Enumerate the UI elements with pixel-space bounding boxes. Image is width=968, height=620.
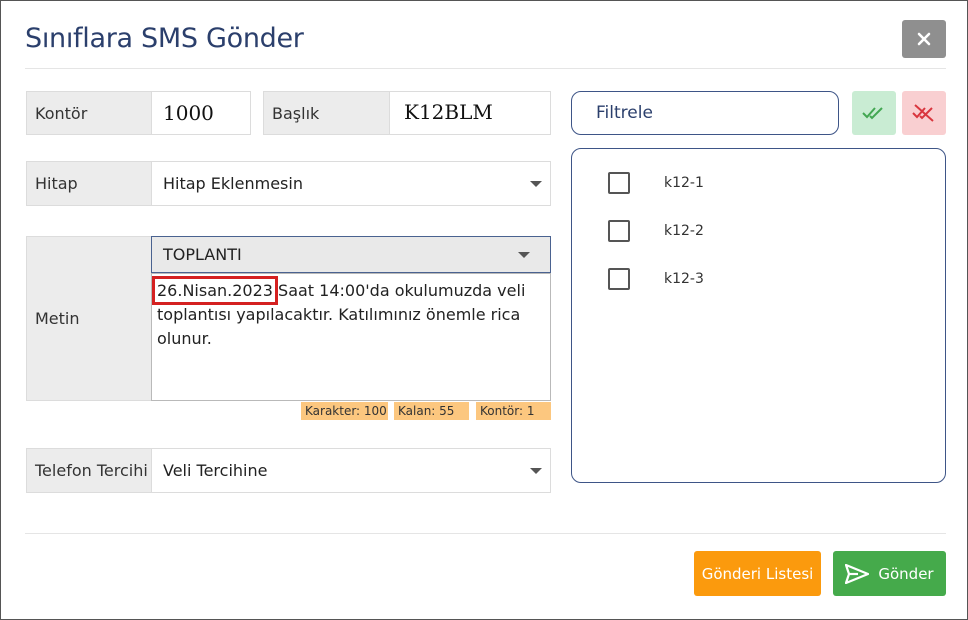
filter-placeholder: Filtrele: [596, 103, 653, 123]
baslik-label: Başlık: [263, 91, 390, 135]
uncheck-all-button[interactable]: [902, 91, 946, 135]
highlighted-date: 26.Nisan.2023: [152, 276, 278, 305]
class-label: k12-3: [664, 271, 704, 287]
class-list-panel: k12-1 k12-2 k12-3: [571, 148, 946, 483]
footer-divider: [25, 533, 946, 534]
sms-dialog: Sınıflara SMS Gönder Kontör 1000 Başlık …: [0, 0, 968, 620]
class-item[interactable]: k12-2: [608, 220, 704, 242]
karakter-counter: Karakter: 100: [301, 402, 388, 420]
close-icon: [917, 32, 931, 46]
dialog-title: Sınıflara SMS Gönder: [25, 23, 304, 54]
kontor-counter: Kontör: 1: [476, 402, 551, 420]
telefon-label: Telefon Tercihi: [26, 448, 152, 493]
hitap-label: Hitap: [26, 161, 152, 206]
caret-down-icon: [530, 468, 542, 474]
class-item[interactable]: k12-1: [608, 172, 704, 194]
telefon-selected-value: Veli Tercihine: [163, 461, 268, 480]
metin-template-select[interactable]: TOPLANTI: [151, 236, 551, 273]
caret-down-icon: [518, 252, 530, 258]
hitap-selected-value: Hitap Eklenmesin: [163, 174, 303, 193]
kontor-label: Kontör: [26, 91, 152, 135]
metin-label: Metin: [26, 236, 152, 401]
metin-textarea[interactable]: 26.Nisan.2023 Saat 14:00'da okulumuzda v…: [151, 273, 551, 401]
class-label: k12-1: [664, 175, 704, 191]
kontor-field[interactable]: 1000: [151, 91, 251, 135]
sent-list-button[interactable]: Gönderi Listesi: [694, 551, 821, 596]
telefon-select[interactable]: Veli Tercihine: [151, 448, 551, 493]
double-check-icon: [862, 107, 883, 120]
send-icon: [845, 563, 870, 584]
caret-down-icon: [530, 181, 542, 187]
class-checkbox[interactable]: [608, 172, 630, 194]
header-divider: [25, 68, 946, 69]
send-label: Gönder: [878, 564, 934, 583]
filter-input[interactable]: Filtrele: [571, 91, 839, 135]
check-all-button[interactable]: [852, 91, 896, 135]
hitap-select[interactable]: Hitap Eklenmesin: [151, 161, 551, 206]
class-checkbox[interactable]: [608, 220, 630, 242]
metin-template-value: TOPLANTI: [163, 245, 242, 264]
kalan-counter: Kalan: 55: [394, 402, 469, 420]
double-check-off-icon: [912, 104, 934, 122]
send-button[interactable]: Gönder: [833, 551, 946, 596]
class-item[interactable]: k12-3: [608, 268, 704, 290]
baslik-field[interactable]: K12BLM: [389, 91, 551, 135]
sent-list-label: Gönderi Listesi: [701, 564, 814, 583]
class-label: k12-2: [664, 223, 704, 239]
class-checkbox[interactable]: [608, 268, 630, 290]
close-button[interactable]: [902, 20, 946, 58]
